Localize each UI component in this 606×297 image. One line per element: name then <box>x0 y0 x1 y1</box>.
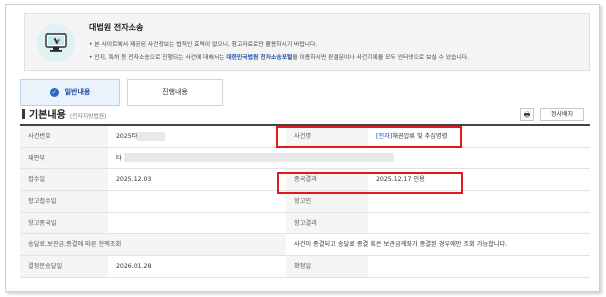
notice-line-1: • 본 사이트에서 제공된 사건정보는 법적인 효력이 없으니, 참고자료로만 … <box>89 42 318 48</box>
section-bullet <box>22 109 25 119</box>
highlight-box-result <box>277 172 463 194</box>
tab-general-label: 일반내용 <box>64 88 91 96</box>
appeal-receipt-value <box>108 191 286 212</box>
section-subtitle: (전자지방법원) <box>69 114 107 120</box>
e-litigation-portal-link[interactable]: 대한민국법원 전자소송포털 <box>226 55 292 61</box>
tab-progress[interactable]: 진행내용 <box>127 79 223 106</box>
appeal-end-label: 항고종국일 <box>20 212 108 234</box>
table-row: 항고종국일 항고결과 <box>20 212 590 235</box>
appeal-end-value <box>108 213 286 234</box>
case-no-text: 2025타 <box>116 133 138 140</box>
table-row: 결정문송달일 2026.01.28 확정일 <box>20 256 590 278</box>
check-icon: ✓ <box>49 87 59 97</box>
tab-general[interactable]: ✓ 일반내용 <box>20 79 120 106</box>
table-row: 송달료,보관금,종결에 따른 잔액조회 사건이 종결되고 송달료 종결 혹은 보… <box>20 234 590 257</box>
decision-delivery-label: 결정문송달일 <box>20 256 108 277</box>
court-value: 타 <box>108 148 590 169</box>
receipt-label: 접수일 <box>20 169 108 191</box>
redacted-block <box>123 153 394 163</box>
deposit-balance-label: 송달료,보관금,종결에 따른 잔액조회 <box>20 234 286 256</box>
tab-progress-label: 진행내용 <box>162 88 188 96</box>
appellant-label: 항고인 <box>286 191 368 212</box>
computer-icon <box>37 24 75 62</box>
finalized-label: 확정일 <box>286 256 368 277</box>
highlight-box-case-name <box>276 126 462 148</box>
redacted-block <box>137 131 166 141</box>
sort-button[interactable]: 정사배치 <box>540 108 584 121</box>
case-no-label: 사건번호 <box>20 126 108 147</box>
notice-box: 대법원 전자소송 • 본 사이트에서 제공된 사건정보는 법적인 효력이 없으니… <box>24 13 590 71</box>
notice-line-2-suffix: 을 이용하시면 판결문이나 사건기록을 모두 인터넷으로 보실 수 있습니다. <box>292 55 469 61</box>
receipt-value: 2025.12.03 <box>116 176 152 184</box>
section-title-text: 기본내용 <box>29 110 66 121</box>
finalized-value <box>368 256 590 277</box>
case-no-value: 2025타 <box>108 126 286 147</box>
print-button[interactable]: 🖶 <box>520 108 534 121</box>
deposit-balance-message: 사건이 종결되고 송달료 종결 혹은 보관금계좌가 종결된 경우에만 조회 가능… <box>294 241 508 249</box>
decision-delivery-value: 2026.01.28 <box>116 263 152 271</box>
browser-frame: 대법원 전자소송 • 본 사이트에서 제공된 사건정보는 법적인 효력이 없으니… <box>5 4 600 292</box>
appeal-result-label: 항고결과 <box>286 212 368 234</box>
section-title: 기본내용 (전자지방법원) <box>22 106 106 121</box>
notice-line-2: • 인지, 특허 등 전자소송으로 진행되는 사건에 대해서는 대한민국법원 전… <box>89 52 469 61</box>
appeal-receipt-label: 항고접수일 <box>20 191 108 212</box>
table-row: 재판부 타 <box>20 147 590 170</box>
table-row: 항고접수일 항고인 <box>20 191 590 213</box>
court-label: 재판부 <box>20 147 108 169</box>
appellant-value <box>368 191 590 212</box>
notice-title: 대법원 전자소송 <box>89 23 144 32</box>
appeal-result-value <box>368 213 590 234</box>
notice-line-2-prefix: • 인지, 특허 등 전자소송으로 진행되는 사건에 대해서는 <box>89 55 227 61</box>
court-text: 타 <box>116 154 122 162</box>
